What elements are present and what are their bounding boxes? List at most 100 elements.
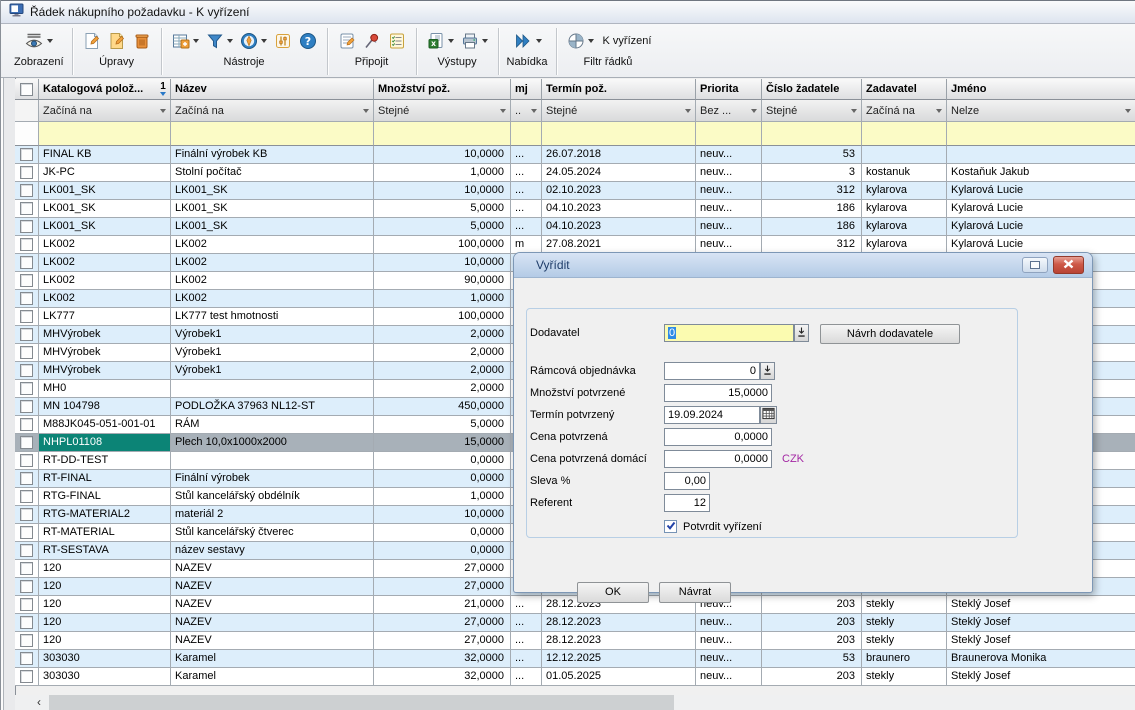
table-row[interactable]: FINAL KBFinální výrobek KB10,0000...26.0… — [15, 146, 1135, 164]
row-checkbox[interactable] — [20, 670, 33, 683]
row-checkbox[interactable] — [20, 490, 33, 503]
print-button[interactable] — [459, 31, 490, 51]
row-checkbox[interactable] — [20, 616, 33, 629]
table-row[interactable]: 120NAZEV27,0000...28.12.2023neuv...203st… — [15, 632, 1135, 650]
row-checkbox[interactable] — [20, 436, 33, 449]
tasks-button[interactable] — [386, 31, 408, 51]
row-checkbox[interactable] — [20, 166, 33, 179]
chevron-down-icon[interactable] — [227, 39, 233, 43]
filter-value-catalog[interactable] — [39, 122, 171, 146]
chevron-down-icon[interactable] — [588, 39, 594, 43]
actions-button[interactable] — [238, 31, 269, 51]
filter-value-termin[interactable] — [542, 122, 696, 146]
row-checkbox[interactable] — [20, 256, 33, 269]
chevron-down-icon[interactable] — [160, 109, 166, 113]
help-button[interactable]: ? — [297, 31, 319, 51]
attach-button[interactable] — [336, 31, 358, 51]
column-header-catalog[interactable]: Katalogová polož...1 — [39, 79, 171, 100]
scrollbar-thumb[interactable] — [49, 695, 674, 710]
termin-input[interactable]: 19.09.2024 — [664, 406, 760, 424]
table-settings-button[interactable] — [170, 31, 201, 51]
filter-value-zadavatel[interactable] — [862, 122, 947, 146]
filter-op-name[interactable]: Začíná na — [171, 100, 374, 122]
table-row[interactable]: JK-PCStolní počítač1,0000...24.05.2024ne… — [15, 164, 1135, 182]
sleva-input[interactable]: 0,00 — [664, 472, 710, 490]
table-row[interactable]: LK001_SKLK001_SK5,0000...04.10.2023neuv.… — [15, 200, 1135, 218]
pin-button[interactable] — [361, 31, 383, 51]
select-all-checkbox[interactable] — [20, 83, 33, 96]
row-checkbox[interactable] — [20, 238, 33, 251]
table-row[interactable]: LK001_SKLK001_SK5,0000...04.10.2023neuv.… — [15, 218, 1135, 236]
row-checkbox[interactable] — [20, 544, 33, 557]
window-titlebar[interactable]: Řádek nákupního požadavku - K vyřízení — [1, 0, 1135, 24]
scroll-left-button[interactable]: ‹ — [31, 695, 47, 710]
filter-op-jmeno[interactable]: Nelze — [947, 100, 1135, 122]
row-checkbox[interactable] — [20, 310, 33, 323]
filter-op-priorita[interactable]: Bez ... — [696, 100, 762, 122]
referent-input[interactable]: 12 — [664, 494, 710, 512]
chevron-down-icon[interactable] — [851, 109, 857, 113]
options-button[interactable] — [272, 31, 294, 51]
chevron-down-icon[interactable] — [47, 39, 53, 43]
filter-value-name[interactable] — [171, 122, 374, 146]
chevron-down-icon[interactable] — [531, 109, 537, 113]
ramcova-input[interactable]: 0 — [664, 362, 760, 380]
row-checkbox[interactable] — [20, 418, 33, 431]
excel-export-button[interactable]: x — [425, 31, 456, 51]
row-filter-button[interactable] — [565, 31, 596, 51]
chevron-down-icon[interactable] — [536, 39, 542, 43]
filter-value-priorita[interactable] — [696, 122, 762, 146]
filter-value-qty[interactable] — [374, 122, 511, 146]
column-header-check[interactable] — [15, 79, 39, 100]
ok-button[interactable]: OK — [577, 582, 649, 603]
column-header-termin[interactable]: Termín pož. — [542, 79, 696, 100]
row-checkbox[interactable] — [20, 454, 33, 467]
filter-value-jmeno[interactable] — [947, 122, 1135, 146]
row-checkbox[interactable] — [20, 652, 33, 665]
restore-button[interactable] — [1022, 257, 1048, 273]
horizontal-scrollbar[interactable]: ‹ — [15, 695, 1135, 710]
column-header-zadavatel[interactable]: Zadavatel — [862, 79, 947, 100]
filter-op-zadavatel[interactable]: Začíná na — [862, 100, 947, 122]
row-checkbox[interactable] — [20, 382, 33, 395]
potvrdit-checkbox[interactable] — [664, 520, 677, 533]
filter-op-cislo[interactable]: Stejné — [762, 100, 862, 122]
column-header-mj[interactable]: mj — [511, 79, 542, 100]
table-row[interactable]: 303030Karamel32,0000...01.05.2025neuv...… — [15, 668, 1135, 686]
column-header-priorita[interactable]: Priorita — [696, 79, 762, 100]
filter-button[interactable] — [204, 31, 235, 51]
row-checkbox[interactable] — [20, 220, 33, 233]
filter-op-termin[interactable]: Stejné — [542, 100, 696, 122]
table-row[interactable]: 120NAZEV27,0000...28.12.2023neuv...203st… — [15, 614, 1135, 632]
chevron-down-icon[interactable] — [363, 109, 369, 113]
filter-op-catalog[interactable]: Začíná na — [39, 100, 171, 122]
chevron-down-icon[interactable] — [936, 109, 942, 113]
delete-button[interactable] — [131, 31, 153, 51]
filter-value-cislo[interactable] — [762, 122, 862, 146]
row-checkbox[interactable] — [20, 202, 33, 215]
chevron-down-icon[interactable] — [751, 109, 757, 113]
dodavatel-input[interactable]: 0 — [664, 324, 794, 342]
chevron-down-icon[interactable] — [448, 39, 454, 43]
column-header-jmeno[interactable]: Jméno — [947, 79, 1135, 100]
row-checkbox[interactable] — [20, 580, 33, 593]
termin-calendar-button[interactable] — [760, 406, 777, 424]
chevron-down-icon[interactable] — [1125, 109, 1131, 113]
cena-input[interactable]: 0,0000 — [664, 428, 772, 446]
table-row[interactable]: LK001_SKLK001_SK10,0000...02.10.2023neuv… — [15, 182, 1135, 200]
column-header-name[interactable]: Název — [171, 79, 374, 100]
edit-button[interactable] — [106, 31, 128, 51]
column-header-cislo[interactable]: Číslo žadatele — [762, 79, 862, 100]
row-checkbox[interactable] — [20, 328, 33, 341]
ramcova-lookup-button[interactable] — [760, 362, 775, 380]
row-checkbox[interactable] — [20, 400, 33, 413]
row-checkbox[interactable] — [20, 148, 33, 161]
row-checkbox[interactable] — [20, 346, 33, 359]
filter-value-mj[interactable] — [511, 122, 542, 146]
row-checkbox[interactable] — [20, 562, 33, 575]
row-checkbox[interactable] — [20, 526, 33, 539]
chevron-down-icon[interactable] — [685, 109, 691, 113]
menu-button[interactable] — [511, 32, 544, 50]
row-checkbox[interactable] — [20, 292, 33, 305]
view-button[interactable] — [22, 31, 55, 51]
